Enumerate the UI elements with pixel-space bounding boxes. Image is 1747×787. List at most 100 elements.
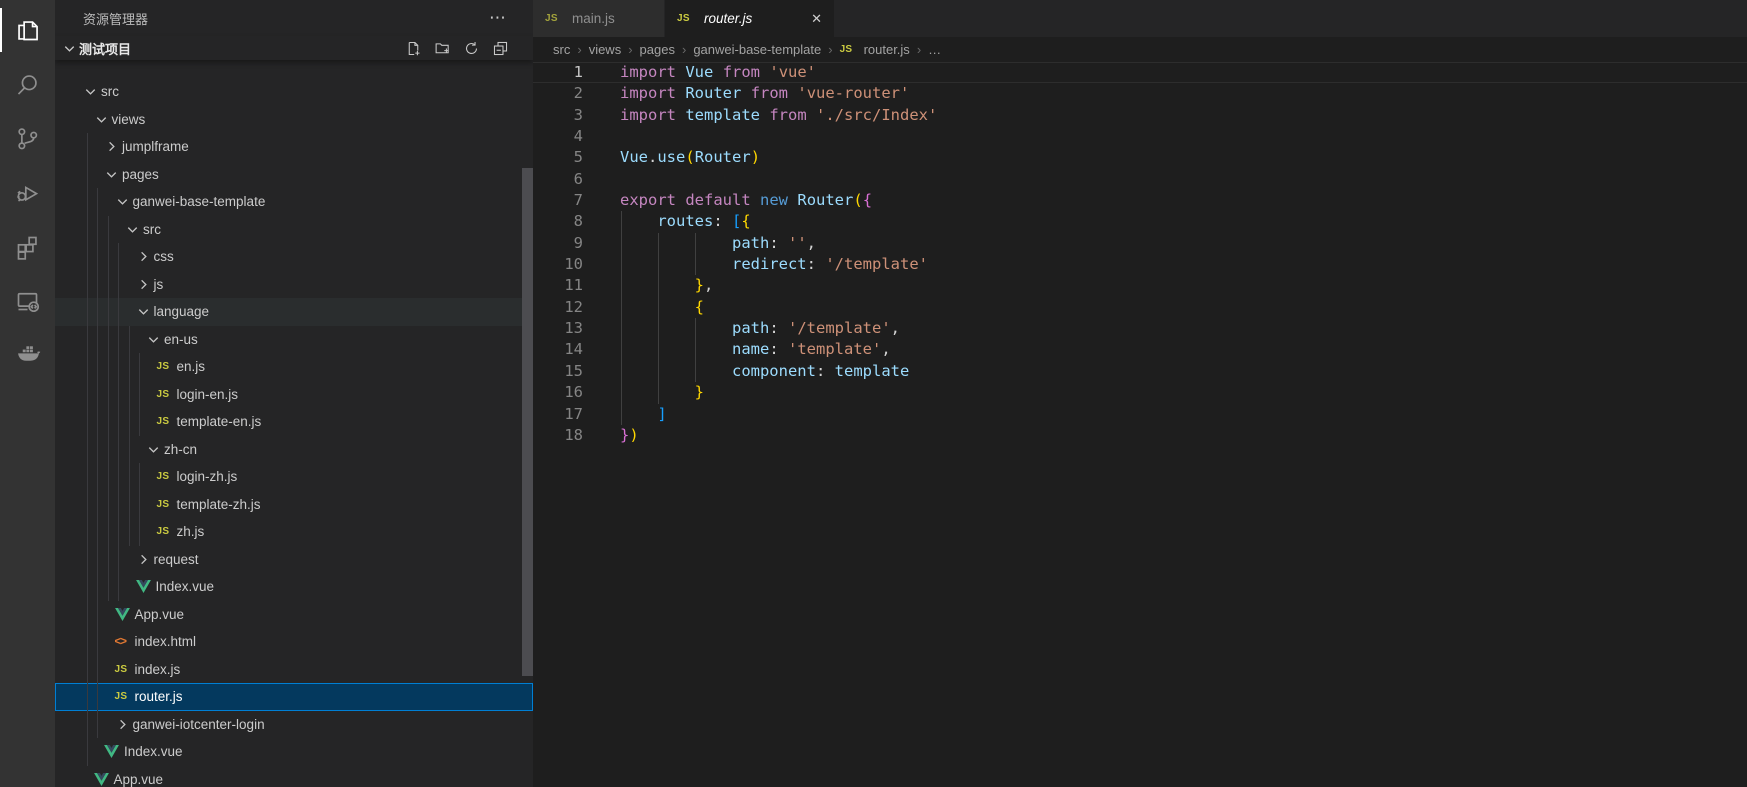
indent-guide: [621, 318, 622, 339]
tab-bar: JSmain.jsJSrouter.js✕: [533, 0, 1747, 37]
breadcrumb-label: pages: [640, 42, 675, 57]
tree-item-en.js[interactable]: JSen.js: [55, 353, 533, 381]
breadcrumb-label: views: [589, 42, 622, 57]
new-folder-icon[interactable]: [434, 40, 451, 57]
indent-guide: [695, 318, 696, 339]
tree-item-zh.js[interactable]: JSzh.js: [55, 518, 533, 546]
refresh-icon[interactable]: [463, 40, 480, 57]
tree-item-label: login-zh.js: [177, 469, 238, 484]
code-line-13[interactable]: 13 path: '/template',: [533, 318, 1747, 339]
code-line-12[interactable]: 12 {: [533, 297, 1747, 318]
code-line-18[interactable]: 18}): [533, 425, 1747, 446]
line-number: 2: [533, 83, 583, 104]
tree-item-css[interactable]: css: [55, 243, 533, 271]
breadcrumb-item-…[interactable]: …: [928, 42, 941, 57]
indent-guide: [118, 491, 119, 519]
tree-item-label: pages: [122, 167, 159, 182]
code-line-8[interactable]: 8 routes: [{: [533, 211, 1747, 232]
breadcrumb-item-pages[interactable]: pages: [640, 42, 675, 57]
code-editor[interactable]: 1import Vue from 'vue'2import Router fro…: [533, 62, 1747, 787]
code-line-9[interactable]: 9 path: '',: [533, 233, 1747, 254]
indent-guide: [108, 353, 109, 381]
tree-item-template-en.js[interactable]: JStemplate-en.js: [55, 408, 533, 436]
tree-item-jumplframe[interactable]: jumplframe: [55, 133, 533, 161]
code-line-11[interactable]: 11 },: [533, 275, 1747, 296]
code-line-7[interactable]: 7export default new Router({: [533, 190, 1747, 211]
new-file-icon[interactable]: [405, 40, 422, 57]
code-line-1[interactable]: 1import Vue from 'vue': [533, 62, 1747, 83]
indent-guide: [87, 298, 88, 326]
tree-item-src[interactable]: src: [55, 78, 533, 106]
activity-explorer[interactable]: [0, 3, 55, 57]
tab-router.js[interactable]: JSrouter.js✕: [665, 0, 835, 37]
tree-item-App.vue[interactable]: App.vue: [55, 601, 533, 629]
code-line-10[interactable]: 10 redirect: '/template': [533, 254, 1747, 275]
activity-search[interactable]: [0, 57, 55, 111]
tree-item-label: css: [154, 249, 174, 264]
code-line-5[interactable]: 5Vue.use(Router): [533, 147, 1747, 168]
activity-source-control[interactable]: [0, 111, 55, 165]
code-line-2[interactable]: 2import Router from 'vue-router': [533, 83, 1747, 104]
tree-item-ganwei-base-template[interactable]: ganwei-base-template: [55, 188, 533, 216]
indent-guide: [97, 243, 98, 271]
code-line-content: routes: [{: [620, 211, 751, 232]
tree-item-Index.vue[interactable]: Index.vue: [55, 738, 533, 766]
activity-remote-explorer[interactable]: [0, 273, 55, 327]
tree-item-template-zh.js[interactable]: JStemplate-zh.js: [55, 491, 533, 519]
code-line-6[interactable]: 6: [533, 169, 1747, 190]
indent-guide: [97, 546, 98, 574]
tree-item-index.js[interactable]: JSindex.js: [55, 656, 533, 684]
code-line-content: import template from './src/Index': [620, 105, 937, 126]
code-line-4[interactable]: 4: [533, 126, 1747, 147]
tree-item-label: ganwei-iotcenter-login: [133, 717, 265, 732]
tree-item-login-en.js[interactable]: JSlogin-en.js: [55, 381, 533, 409]
breadcrumb-item-views[interactable]: views: [589, 42, 622, 57]
code-line-15[interactable]: 15 component: template: [533, 361, 1747, 382]
activity-docker[interactable]: [0, 327, 55, 381]
indent-guide: [87, 436, 88, 464]
activity-run-debug[interactable]: [0, 165, 55, 219]
tree-item-zh-cn[interactable]: zh-cn: [55, 436, 533, 464]
close-icon[interactable]: ✕: [811, 11, 822, 27]
tree-item-label: login-en.js: [177, 387, 239, 402]
code-line-17[interactable]: 17 ]: [533, 404, 1747, 425]
tree-item-src[interactable]: src: [55, 216, 533, 244]
tree-item-views[interactable]: views: [55, 106, 533, 134]
tree-item-label: language: [154, 304, 210, 319]
ellipsis-icon[interactable]: ⋯: [489, 13, 507, 23]
sidebar-scrollbar[interactable]: [522, 168, 533, 676]
project-section-header[interactable]: 测试项目: [55, 36, 533, 60]
activity-extensions[interactable]: [0, 219, 55, 273]
breadcrumb-item-ganwei-base-template[interactable]: ganwei-base-template: [693, 42, 821, 57]
code-line-14[interactable]: 14 name: 'template',: [533, 339, 1747, 360]
indent-guide: [87, 601, 88, 629]
indent-guide: [87, 326, 88, 354]
tab-main.js[interactable]: JSmain.js: [533, 0, 665, 37]
tree-item-Index.vue[interactable]: Index.vue: [55, 573, 533, 601]
code-token: [779, 319, 788, 337]
tree-item-login-zh.js[interactable]: JSlogin-zh.js: [55, 463, 533, 491]
code-line-16[interactable]: 16 }: [533, 382, 1747, 403]
tree-item-router.js[interactable]: JSrouter.js: [55, 683, 533, 711]
tree-item-en-us[interactable]: en-us: [55, 326, 533, 354]
breadcrumb-item-router.js[interactable]: JSrouter.js: [840, 42, 910, 57]
indent-guide: [87, 491, 88, 519]
code-token: 'vue': [769, 63, 816, 81]
tree-item-js[interactable]: js: [55, 271, 533, 299]
code-token: [760, 106, 769, 124]
tree-item-language[interactable]: language: [55, 298, 533, 326]
tree-item-App.vue[interactable]: App.vue: [55, 766, 533, 787]
collapse-all-icon[interactable]: [492, 40, 509, 57]
code-line-3[interactable]: 3import template from './src/Index': [533, 105, 1747, 126]
tree-item-index.html[interactable]: <>index.html: [55, 628, 533, 656]
indent-guide: [129, 381, 130, 409]
tree-item-ganwei-iotcenter-login[interactable]: ganwei-iotcenter-login: [55, 711, 533, 739]
tree-item-request[interactable]: request: [55, 546, 533, 574]
indent-guide: [108, 436, 109, 464]
breadcrumb-item-src[interactable]: src: [553, 42, 570, 57]
line-number: 9: [533, 233, 583, 254]
tree-item-pages[interactable]: pages: [55, 161, 533, 189]
indent-guide: [658, 361, 659, 382]
indent-guide: [97, 408, 98, 436]
indent-guide: [658, 275, 659, 296]
